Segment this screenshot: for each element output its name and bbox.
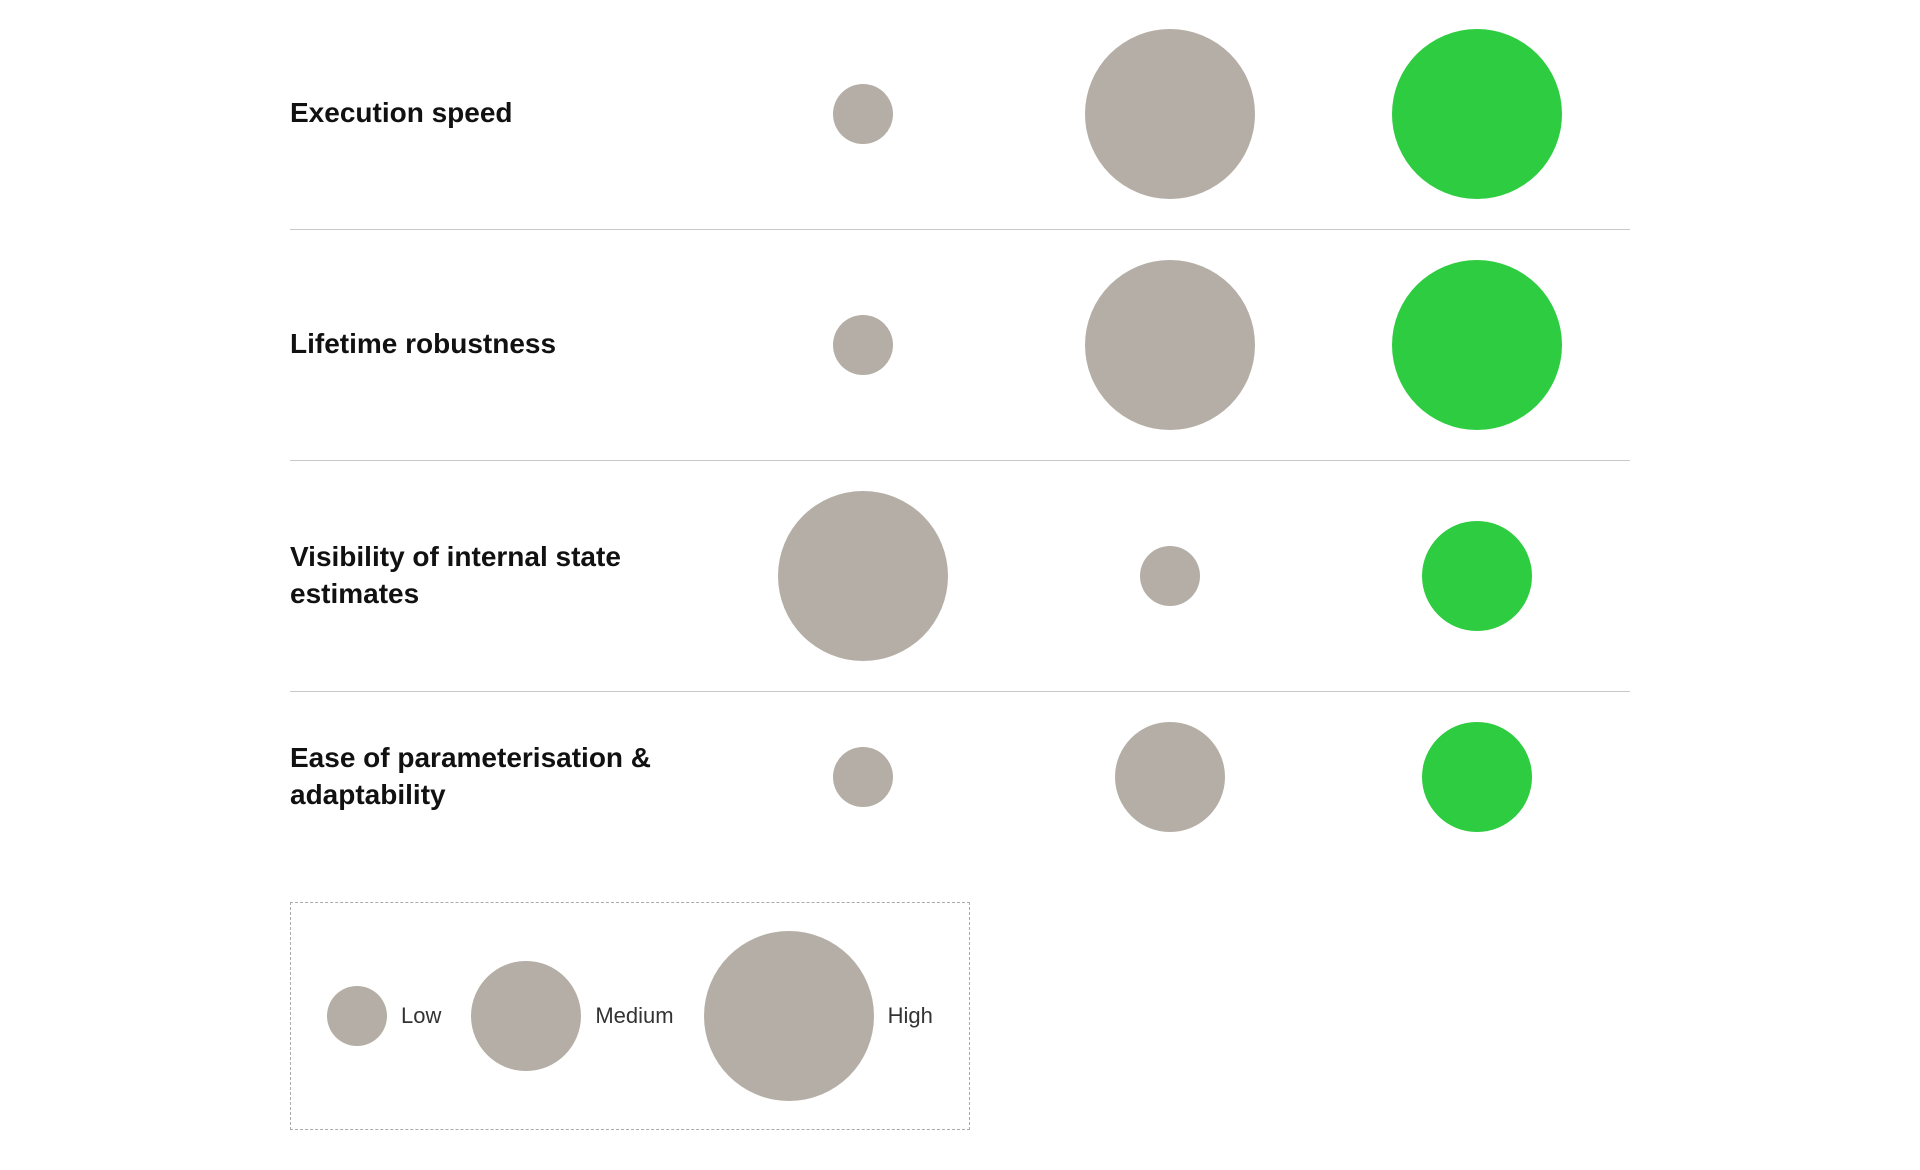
bubble-academia-execution — [833, 84, 893, 144]
bubble-academia-visibility — [778, 491, 948, 661]
row-label-visibility-internal: Visibility of internal state estimates — [290, 539, 710, 612]
bubble-cell-breathe-4 — [1323, 722, 1630, 832]
bubble-traditional-execution — [1085, 29, 1255, 199]
bubble-academia-ease — [833, 747, 893, 807]
bubble-academia-robustness — [833, 315, 893, 375]
bubble-cell-traditional-4 — [1017, 722, 1324, 832]
legend-label-high: High — [888, 1003, 933, 1029]
legend-bubble-medium — [471, 961, 581, 1071]
legend-box: Low Medium High — [290, 902, 970, 1130]
bubble-traditional-visibility — [1140, 546, 1200, 606]
legend-item-low: Low — [327, 986, 441, 1046]
bubble-breathe-execution — [1392, 29, 1562, 199]
row-lifetime-robustness: Lifetime robustness — [290, 229, 1630, 460]
bubble-cell-academia-3 — [710, 491, 1017, 661]
row-label-lifetime-robustness: Lifetime robustness — [290, 326, 710, 362]
bubble-cell-academia-2 — [710, 315, 1017, 375]
bubble-traditional-robustness — [1085, 260, 1255, 430]
bubble-breathe-visibility — [1422, 521, 1532, 631]
bubble-cell-traditional-2 — [1017, 260, 1324, 430]
bubble-breathe-robustness — [1392, 260, 1562, 430]
bubble-cell-academia-1 — [710, 84, 1017, 144]
legend-bubble-high — [704, 931, 874, 1101]
legend-bubble-low — [327, 986, 387, 1046]
row-label-ease-parameterisation: Ease of parameterisation & adaptability — [290, 740, 710, 813]
row-visibility-internal: Visibility of internal state estimates — [290, 460, 1630, 691]
bubble-cell-traditional-1 — [1017, 29, 1324, 199]
row-label-execution-speed: Execution speed — [290, 95, 710, 131]
chart-container: Academia Traditional Breathe Execution s… — [230, 0, 1690, 1170]
row-ease-parameterisation: Ease of parameterisation & adaptability — [290, 691, 1630, 862]
bubble-cell-breathe-1 — [1323, 29, 1630, 199]
legend-item-high: High — [704, 931, 933, 1101]
bubble-cell-traditional-3 — [1017, 546, 1324, 606]
legend-item-medium: Medium — [471, 961, 673, 1071]
legend-label-low: Low — [401, 1003, 441, 1029]
bubble-cell-breathe-3 — [1323, 521, 1630, 631]
bubble-breathe-ease — [1422, 722, 1532, 832]
row-execution-speed: Execution speed — [290, 0, 1630, 229]
legend-label-medium: Medium — [595, 1003, 673, 1029]
bubble-traditional-ease — [1115, 722, 1225, 832]
bubble-cell-academia-4 — [710, 747, 1017, 807]
bubble-cell-breathe-2 — [1323, 260, 1630, 430]
